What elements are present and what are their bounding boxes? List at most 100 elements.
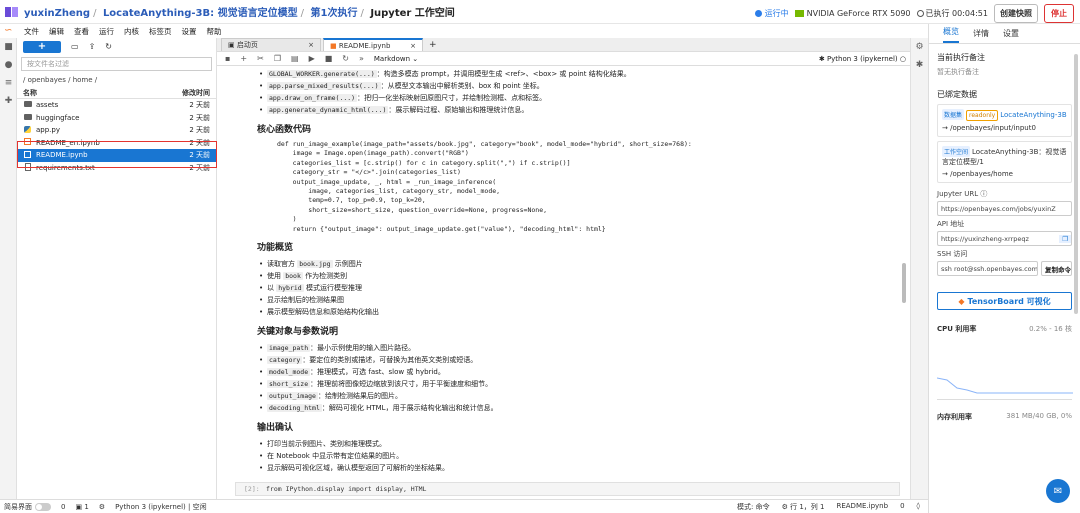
settings-icon[interactable]: ⚙ (99, 503, 105, 511)
dataset-link[interactable]: LocateAnything-3B (1000, 111, 1066, 119)
current-file: README.ipynb (836, 501, 889, 510)
menu-kernel[interactable]: 内核 (124, 26, 139, 37)
copy-icon[interactable]: ❐ (1059, 234, 1071, 243)
notification-icon[interactable]: ◊ (917, 502, 920, 512)
function-list: GLOBAL_WORKER.generate(...)：构造多模态 prompt… (257, 68, 897, 116)
jupyter-logo-icon: ∽ (4, 25, 13, 36)
fast-forward-icon[interactable]: » (359, 54, 364, 63)
right-panel-tabs: 概览 详情 设置 (929, 24, 1080, 44)
cursor-position[interactable]: ⚙ 行 1，列 1 (782, 502, 825, 512)
notebook-scrollbar[interactable] (902, 263, 906, 303)
extension-icon[interactable]: ✚ (0, 92, 17, 110)
cpu-sparkline (936, 377, 1073, 394)
save-icon[interactable]: ▪ (225, 54, 230, 63)
menu-edit[interactable]: 编辑 (49, 26, 64, 37)
list-item: 打印当前示例图片、类别和推理模式。 (257, 438, 897, 450)
running-icon[interactable]: ● (0, 56, 17, 74)
status-bar: 简易界面 0 ▣ 1 ⚙ Python 3 (ipykernel) | 空闲 模… (0, 499, 928, 513)
highlight-box (17, 141, 217, 168)
copy-command-button[interactable]: 复制命令 (1041, 261, 1072, 276)
cpu-chart (936, 338, 1073, 400)
property-inspector-icon[interactable]: ⚙ (911, 38, 928, 56)
list-item: 显示解码可视化区域，确认模型返回了可解析的坐标结果。 (257, 462, 897, 474)
chat-icon[interactable]: ✉ (1046, 479, 1070, 503)
new-launcher-button[interactable]: + (23, 40, 61, 53)
kernel-indicator[interactable]: ✱ Python 3 (ipykernel) ○ (819, 55, 906, 63)
tab-overview[interactable]: 概览 (943, 26, 959, 43)
menu-tabs[interactable]: 标签页 (149, 26, 172, 37)
refresh-icon[interactable]: ↻ (105, 42, 112, 51)
readonly-badge: readonly (966, 110, 999, 121)
cut-icon[interactable]: ✂ (257, 54, 264, 63)
restart-icon[interactable]: ↻ (342, 54, 349, 63)
breadcrumb-user[interactable]: yuxinZheng (24, 8, 90, 19)
tab-details[interactable]: 详情 (973, 28, 989, 43)
notebook-icon: ■ (330, 41, 337, 50)
kernel-status[interactable]: Python 3 (ipykernel) | 空闲 (115, 502, 207, 512)
openbayes-logo-icon (5, 6, 18, 17)
input-prompt: [2]: (244, 485, 260, 493)
breadcrumb-run[interactable]: 第1次执行 (310, 8, 357, 19)
dataset-card: 数据集 readonly LocateAnything-3B → /openbaye… (937, 104, 1072, 137)
run-icon[interactable]: ▶ (309, 54, 315, 63)
terminal-count[interactable]: 0 (61, 503, 65, 511)
new-tab-icon[interactable]: + (425, 40, 441, 51)
paste-icon[interactable]: ▤ (291, 54, 299, 63)
tab-launcher[interactable]: ▣ 启动页 × (221, 38, 321, 51)
file-row-app-py[interactable]: app.py 2 天前 (17, 124, 216, 137)
ssh-label: SSH 访问 (937, 250, 968, 258)
menu-run[interactable]: 运行 (99, 26, 114, 37)
tab-readme[interactable]: ■ README.ipynb × (323, 38, 423, 51)
folder-icon[interactable]: ■ (0, 38, 17, 56)
notification-count[interactable]: 0 (900, 502, 904, 512)
stop-button[interactable]: 停止 (1044, 4, 1074, 23)
jupyter-url-field[interactable]: https://openbayes.com/jobs/yuxinZ (937, 201, 1072, 216)
upload-icon[interactable]: ⇪ (89, 42, 96, 51)
simple-mode-toggle[interactable]: 简易界面 (4, 502, 51, 512)
ssh-command-field[interactable]: ssh root@ssh.openbayes.com (937, 261, 1038, 276)
toc-icon[interactable]: ≡ (0, 74, 17, 92)
cpu-label: CPU 利用率 (937, 325, 977, 333)
stop-icon[interactable]: ■ (325, 54, 333, 63)
cell-type-select[interactable]: Markdown ⌄ (374, 55, 418, 63)
debugger-icon[interactable]: ✱ (911, 56, 928, 74)
running-dot-icon (754, 10, 762, 17)
heading-overview: 功能概览 (257, 242, 294, 253)
menu-file[interactable]: 文件 (24, 26, 39, 37)
right-panel-scrollbar[interactable] (1074, 54, 1078, 314)
copy-icon[interactable]: ❐ (274, 54, 281, 63)
bound-data-label: 已绑定数据 (937, 90, 977, 99)
list-item: app.draw_on_frame(...)：把归一化坐标映射回原图尺寸，并绘制… (257, 92, 897, 104)
code-cell[interactable]: [2]: from IPython.display import display… (235, 482, 900, 496)
tab-settings[interactable]: 设置 (1003, 28, 1019, 43)
breadcrumb-project[interactable]: LocateAnything-3B: 视觉语言定位模型 (103, 8, 298, 19)
python-file-icon (24, 125, 31, 133)
list-item: decoding_html：解码可视化 HTML，用于展示结构化输出和统计信息。 (257, 402, 897, 414)
close-icon[interactable]: × (410, 42, 416, 50)
breadcrumb-workspace: Jupyter 工作空间 (370, 8, 455, 19)
toggle-switch-icon (35, 502, 51, 511)
api-url-field[interactable]: https://yuxinzheng-xrrpeqz ❐ (937, 231, 1072, 246)
file-row-huggingface[interactable]: huggingface 2 天前 (17, 112, 216, 125)
menu-view[interactable]: 查看 (74, 26, 89, 37)
file-row-assets[interactable]: assets 2 天前 (17, 99, 216, 112)
column-name[interactable]: 名称 (23, 88, 37, 98)
create-snapshot-button[interactable]: 创建快照 (994, 4, 1038, 23)
menu-help[interactable]: 帮助 (207, 26, 222, 37)
list-item: model_mode：推理模式，可选 fast、slow 或 hybrid。 (257, 366, 897, 378)
file-filter-input[interactable]: 按文件名过滤 (21, 57, 212, 71)
file-path[interactable]: / openbayes / home / (17, 73, 216, 87)
list-item: 在 Notebook 中显示带有定位结果的图片。 (257, 450, 897, 462)
kernel-count[interactable]: ▣ 1 (75, 503, 88, 511)
menu-bar: ∽ 文件 编辑 查看 运行 内核 标签页 设置 帮助 (0, 24, 928, 38)
notebook-markdown-cell[interactable]: GLOBAL_WORKER.generate(...)：构造多模态 prompt… (257, 68, 897, 474)
close-icon[interactable]: × (308, 41, 314, 49)
tensorboard-button[interactable]: ◆ TensorBoard 可视化 (937, 292, 1072, 310)
column-modified[interactable]: 修改时间 (182, 88, 210, 98)
dataset-path: → /openbayes/input/input0 (942, 124, 1036, 132)
notebook-toolbar: ▪ + ✂ ❐ ▤ ▶ ■ ↻ » Markdown ⌄ ✱ Python 3 … (217, 52, 910, 66)
new-folder-icon[interactable]: ▭ (71, 42, 79, 51)
add-cell-icon[interactable]: + (240, 54, 247, 63)
list-item: image_path：最小示例使用的输入图片路径。 (257, 342, 897, 354)
menu-settings[interactable]: 设置 (182, 26, 197, 37)
